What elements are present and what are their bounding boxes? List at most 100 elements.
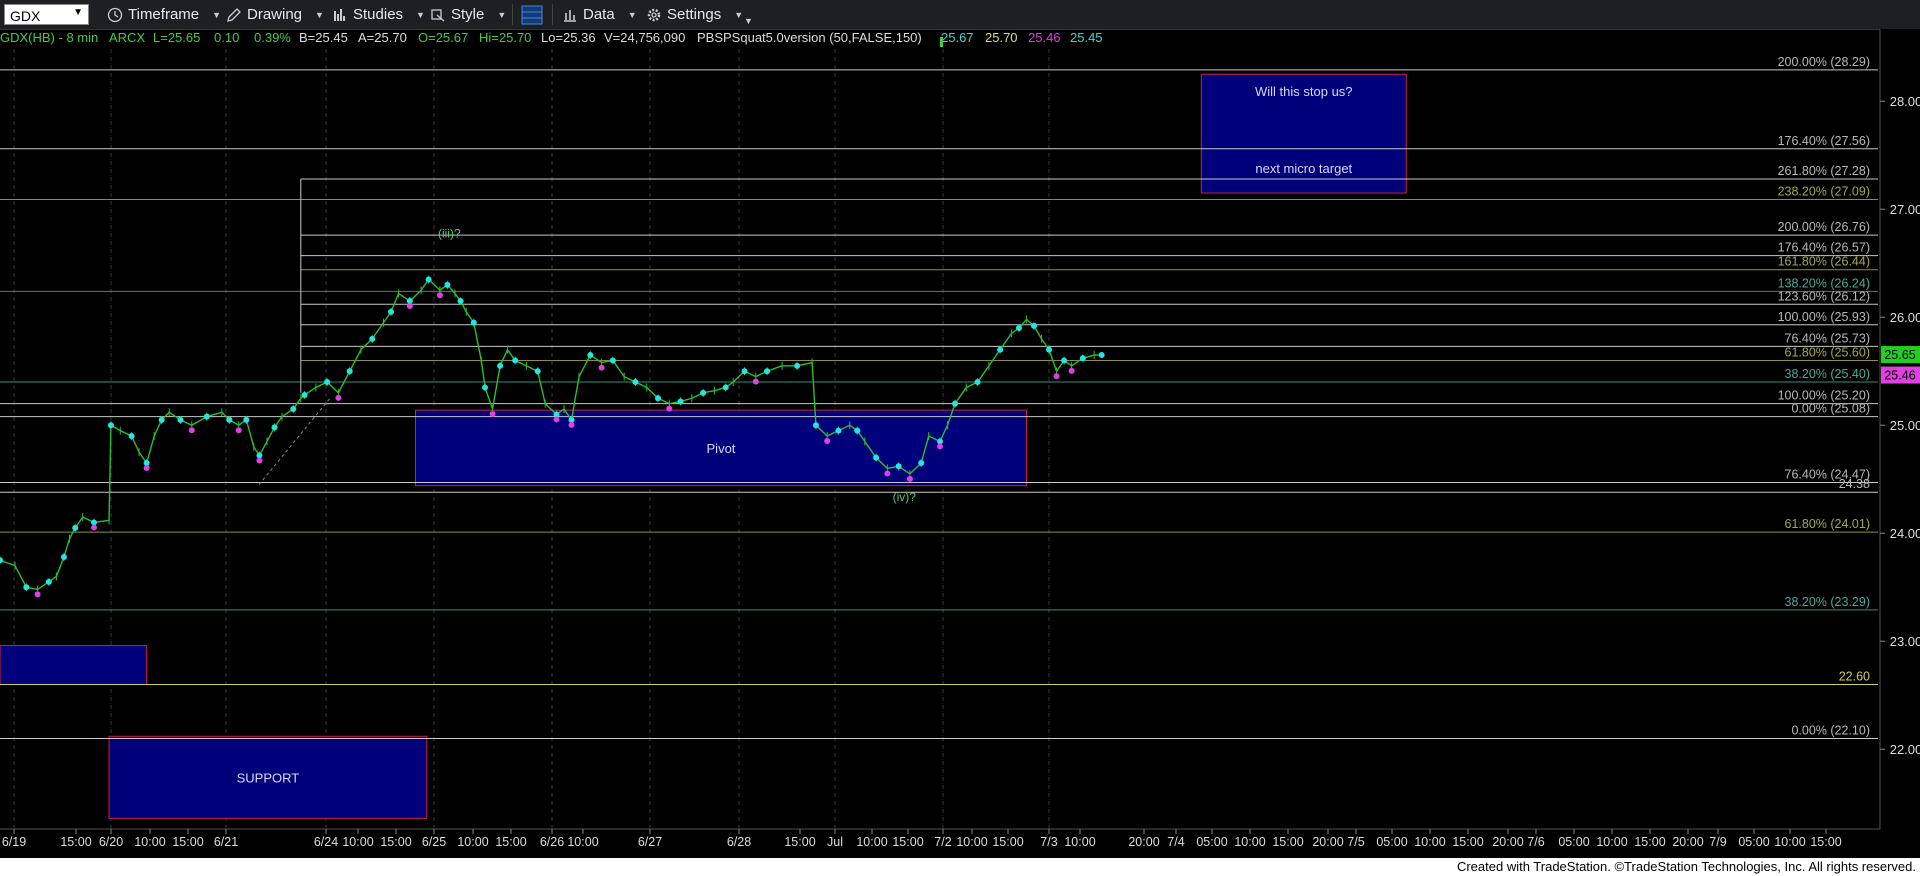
signal-dot	[45, 578, 52, 585]
drawing-menu[interactable]: Drawing ▼	[226, 4, 324, 25]
fib-level-label: 176.40% (26.57)	[1778, 241, 1870, 255]
fib-level-label: 138.20% (26.24)	[1778, 276, 1870, 290]
signal-dot	[203, 413, 210, 420]
x-tick-label: 10:00	[1596, 835, 1627, 849]
settings-label: Settings	[667, 6, 722, 23]
price-bar	[484, 387, 494, 410]
x-tick-label: 7/5	[1347, 835, 1364, 849]
style-icon	[431, 8, 445, 21]
price-bar	[578, 354, 591, 377]
timeframe-menu[interactable]: Timeframe ▼	[107, 4, 221, 25]
x-tick-label: 10:00	[134, 835, 165, 849]
signal-dot	[158, 416, 165, 423]
signal-dot	[512, 357, 519, 364]
y-tick-label: 23.00	[1890, 634, 1920, 649]
signal-dot-low	[235, 427, 242, 434]
fib-level-label: 22.60	[1839, 669, 1870, 683]
fib-level-label: 238.20% (27.09)	[1778, 185, 1870, 199]
fib-level-label: 24.38	[1839, 477, 1870, 491]
x-tick-label: 15:00	[172, 835, 203, 849]
y-tick-label: 27.00	[1890, 202, 1920, 217]
signal-dot	[534, 368, 541, 375]
studies-menu[interactable]: Studies ▼	[332, 4, 425, 25]
price-bar	[14, 565, 27, 588]
data-label: Data	[583, 6, 615, 23]
copyright-text: Created with TradeStation. ©TradeStation…	[1456, 859, 1916, 874]
x-tick-label: 6/25	[422, 835, 446, 849]
signal-dot	[324, 379, 331, 386]
gear-icon	[647, 8, 661, 21]
clock-icon	[107, 7, 123, 22]
signal-dot-low	[335, 394, 342, 401]
y-tick-label: 24.00	[1890, 526, 1920, 541]
toolbar: GDX ▼ Timeframe ▼ Drawing ▼ Studies ▼ St…	[0, 0, 1920, 30]
x-tick-label: 7/4	[1167, 835, 1184, 849]
fib-level-label: 61.80% (24.01)	[1785, 517, 1870, 531]
data-menu[interactable]: Data ▼	[562, 4, 637, 25]
signal-dot	[854, 427, 861, 434]
overflow-menu[interactable]: ▼	[744, 10, 753, 31]
signal-dot	[1031, 322, 1037, 329]
style-label: Style	[451, 6, 485, 23]
x-tick-label: 10:00	[1414, 835, 1445, 849]
zone-box-label: Will this stop us?	[1255, 84, 1353, 99]
signal-dot-low	[256, 457, 263, 464]
signal-dot-low	[1068, 367, 1075, 374]
studies-icon	[334, 8, 345, 21]
timeframe-label: Timeframe	[128, 6, 200, 23]
x-tick-label: 6/24	[314, 835, 338, 849]
signal-dot-low	[666, 405, 673, 412]
signal-dot	[655, 395, 661, 402]
price-bar	[491, 365, 501, 410]
x-tick-label: 15:00	[892, 835, 923, 849]
price-chart[interactable]: 28.00 27.00 26.00 25.00 24.00 23.00 22.00 200.0…	[0, 29, 1920, 858]
signal-dot	[128, 433, 135, 440]
x-tick-label: 05:00	[1376, 835, 1407, 849]
signal-dot	[997, 346, 1004, 353]
x-tick-label: 10:00	[457, 835, 488, 849]
x-tick-label: 10:00	[567, 835, 598, 849]
x-tick-label: Jul	[827, 835, 843, 849]
fib-level-label: 76.40% (25.73)	[1785, 331, 1870, 345]
x-tick-label: 05:00	[1558, 835, 1589, 849]
signal-dot	[1079, 355, 1086, 362]
x-tick-label: 15:00	[992, 835, 1023, 849]
signal-dot	[470, 319, 477, 326]
signal-dot-low	[489, 411, 496, 418]
fib-level-label: 38.20% (23.29)	[1785, 595, 1870, 609]
x-tick-label: 20:00	[1492, 835, 1523, 849]
price-bar	[536, 371, 546, 404]
settings-menu[interactable]: Settings ▼	[646, 4, 743, 25]
x-tick-label: 15:00	[1634, 835, 1665, 849]
fib-level-label: 123.60% (26.12)	[1778, 289, 1870, 303]
signal-dot	[457, 298, 464, 305]
x-tick-label: 05:00	[1738, 835, 1769, 849]
signal-dot-low	[34, 591, 41, 598]
signal-dot	[794, 362, 801, 369]
x-tick-label: 6/19	[2, 835, 26, 849]
signal-dot	[388, 308, 395, 315]
price-bar	[480, 360, 486, 388]
signal-dot-low	[553, 416, 560, 423]
signal-dot	[609, 357, 616, 364]
panels-button[interactable]	[521, 4, 543, 25]
x-tick-label: 7/3	[1040, 835, 1057, 849]
symbol-value: GDX	[10, 8, 41, 24]
panels-icon	[521, 5, 543, 24]
signal-dot-low	[91, 524, 97, 531]
toolbar-divider	[512, 4, 513, 25]
style-menu[interactable]: Style ▼	[430, 4, 506, 25]
signal-dot-low	[1053, 373, 1060, 380]
signal-dot-low	[598, 364, 605, 371]
zone-box-label: Pivot	[707, 441, 736, 456]
signal-dot-low	[406, 303, 413, 310]
signal-dot	[301, 392, 308, 398]
fib-level-label: 200.00% (28.29)	[1778, 55, 1870, 69]
signal-dot	[72, 524, 79, 531]
symbol-selector[interactable]: GDX ▼	[4, 4, 89, 25]
chevron-down-icon: ▼	[497, 9, 507, 20]
x-tick-label: 7/6	[1527, 835, 1544, 849]
fib-level-label: 0.00% (22.10)	[1791, 723, 1870, 737]
signal-dot	[812, 422, 819, 429]
data-bars-icon	[564, 9, 576, 22]
